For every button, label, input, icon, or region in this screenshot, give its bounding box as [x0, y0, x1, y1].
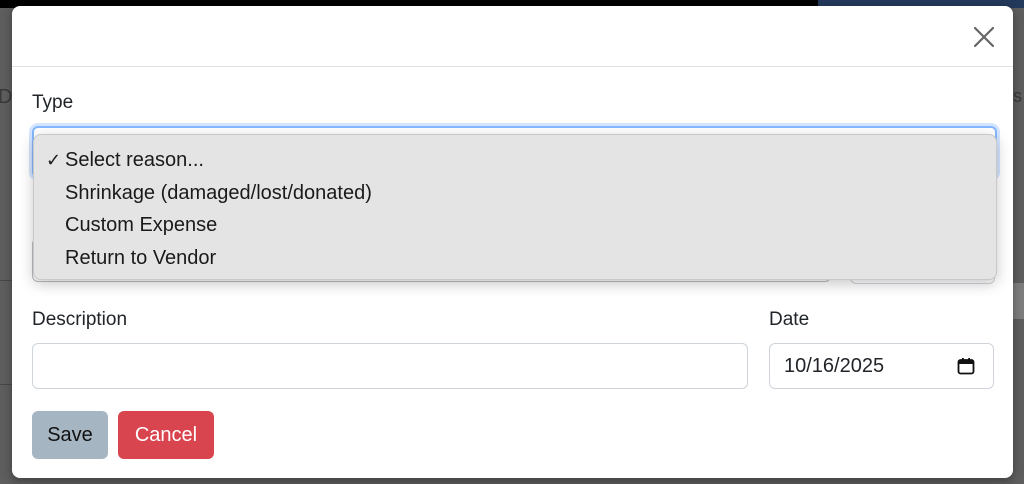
- expense-modal: Type Description Date 10/16/2025 Save Ca…: [12, 6, 1013, 478]
- dropdown-option-return-to-vendor[interactable]: Return to Vendor: [34, 242, 996, 275]
- close-icon: [973, 26, 995, 48]
- backdrop-right: [1013, 8, 1024, 484]
- description-input[interactable]: [32, 343, 748, 389]
- modal-header: [12, 6, 1013, 67]
- option-label: Shrinkage (damaged/lost/donated): [65, 181, 372, 204]
- type-label: Type: [32, 92, 74, 113]
- cancel-button[interactable]: Cancel: [118, 411, 214, 459]
- description-label: Description: [32, 309, 128, 330]
- date-label: Date: [769, 309, 810, 330]
- backdrop-divider: [0, 280, 12, 281]
- backdrop-text-fragment: s: [1013, 86, 1022, 106]
- save-button[interactable]: Save: [32, 411, 108, 459]
- dropdown-option-select-reason[interactable]: ✓ Select reason...: [34, 144, 996, 177]
- type-dropdown-menu: ✓ Select reason... Shrinkage (damaged/lo…: [33, 134, 997, 280]
- option-label: Return to Vendor: [65, 246, 217, 269]
- date-input[interactable]: 10/16/2025: [769, 343, 994, 389]
- option-label: Custom Expense: [65, 214, 218, 236]
- checkmark-icon: ✓: [46, 150, 62, 170]
- close-button[interactable]: [970, 23, 998, 51]
- date-value: 10/16/2025: [784, 354, 885, 377]
- calendar-icon[interactable]: [957, 357, 975, 375]
- backdrop-left: [0, 8, 12, 484]
- dropdown-option-shrinkage[interactable]: Shrinkage (damaged/lost/donated): [34, 177, 996, 210]
- option-label: Select reason...: [65, 149, 204, 171]
- backdrop-text-fragment: D: [0, 86, 13, 108]
- backdrop-divider: [0, 384, 12, 385]
- dropdown-option-custom-expense[interactable]: Custom Expense: [34, 209, 996, 242]
